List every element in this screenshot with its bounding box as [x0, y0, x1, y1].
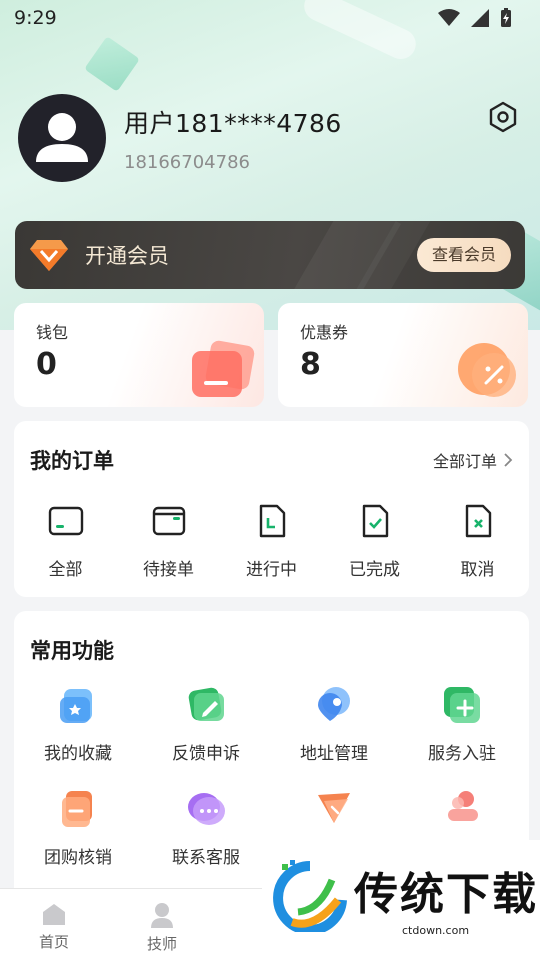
- home-icon: [43, 904, 65, 925]
- tab-label: 技师: [146, 935, 177, 953]
- share-icon: [318, 793, 350, 823]
- tab-home[interactable]: 首页: [0, 889, 108, 960]
- watermark-text: 传统下载: [354, 869, 538, 920]
- func-favorites[interactable]: 我的收藏: [14, 683, 142, 787]
- all-orders-label: 全部订单: [432, 452, 497, 471]
- card-icon: [48, 506, 83, 536]
- order-status-row: 全部 待接单 进行中 已完成 取消: [14, 501, 529, 580]
- user-profile[interactable]: 用户181****4786 18166704786: [18, 94, 342, 182]
- users-icon: [448, 791, 478, 821]
- func-address[interactable]: 地址管理: [270, 683, 398, 787]
- coupon-label: 优惠券: [300, 323, 349, 342]
- coupon-value: 8: [300, 347, 321, 382]
- order-in-progress[interactable]: 进行中: [220, 501, 323, 580]
- all-orders-link[interactable]: 全部订单: [433, 448, 513, 472]
- doc-check-icon: [362, 504, 388, 538]
- avatar[interactable]: [18, 94, 106, 182]
- watermark: 传统下载 ctdown.com: [262, 840, 540, 950]
- order-completed[interactable]: 已完成: [323, 501, 426, 580]
- order-label: 已完成: [349, 560, 400, 580]
- feedback-icon: [188, 687, 224, 721]
- func-label: 反馈申诉: [172, 744, 240, 764]
- favorites-icon: [60, 689, 92, 723]
- wallet-icon: [192, 340, 255, 397]
- order-cancelled[interactable]: 取消: [426, 501, 529, 580]
- decor-crystal: [84, 36, 140, 92]
- settings-icon[interactable]: [486, 100, 520, 134]
- vip-banner[interactable]: 开通会员 查看会员: [15, 221, 525, 289]
- func-feedback[interactable]: 反馈申诉: [142, 683, 270, 787]
- status-bar: 9:29: [0, 0, 540, 36]
- groupbuy-icon: [62, 791, 92, 827]
- tab-label: 首页: [38, 933, 69, 951]
- doc-cancel-icon: [465, 504, 491, 538]
- battery-icon: [501, 8, 511, 27]
- status-icons: [438, 8, 512, 28]
- wallet-card[interactable]: 钱包 0: [14, 303, 264, 407]
- func-label: 团购核销: [44, 848, 112, 868]
- order-pending[interactable]: 待接单: [117, 501, 220, 580]
- signal-icon: [471, 9, 489, 27]
- order-label: 取消: [460, 560, 495, 580]
- vip-label: 开通会员: [85, 244, 169, 268]
- view-vip-button[interactable]: 查看会员: [416, 238, 511, 272]
- order-label: 全部: [48, 560, 83, 580]
- order-label: 进行中: [246, 560, 297, 580]
- func-label: 地址管理: [300, 744, 368, 764]
- phone-number: 18166704786: [124, 151, 250, 173]
- coupon-icon: [458, 343, 516, 397]
- order-all[interactable]: 全部: [14, 501, 117, 580]
- func-contact-support[interactable]: 联系客服: [142, 787, 270, 891]
- wallet-icon: [152, 506, 185, 536]
- username: 用户181****4786: [124, 108, 342, 138]
- status-time: 9:29: [14, 7, 57, 29]
- chevron-right-icon: [504, 453, 513, 467]
- diamond-icon: [30, 240, 68, 271]
- orders-title: 我的订单: [30, 449, 114, 473]
- coupon-card[interactable]: 优惠券 8: [278, 303, 528, 407]
- watermark-logo: [273, 860, 347, 932]
- func-label: 我的收藏: [44, 744, 112, 764]
- chat-icon: [188, 793, 225, 825]
- func-label: 服务入驻: [428, 744, 496, 764]
- location-icon: [318, 687, 350, 721]
- func-groupbuy[interactable]: 团购核销: [14, 787, 142, 891]
- doc-progress-icon: [259, 504, 285, 538]
- wallet-label: 钱包: [36, 323, 69, 342]
- technician-icon: [151, 903, 173, 928]
- my-orders-section: 我的订单 全部订单 全部 待接单 进行中 已完成 取消: [14, 421, 529, 597]
- func-join-service[interactable]: 服务入驻: [398, 683, 526, 787]
- order-label: 待接单: [143, 560, 194, 580]
- wifi-icon: [438, 9, 460, 26]
- wallet-value: 0: [36, 347, 57, 382]
- user-icon: [36, 113, 88, 162]
- functions-title: 常用功能: [30, 639, 114, 663]
- func-label: 联系客服: [172, 848, 240, 868]
- join-icon: [444, 687, 480, 723]
- watermark-url: ctdown.com: [402, 924, 470, 937]
- tab-technician[interactable]: 技师: [108, 889, 216, 960]
